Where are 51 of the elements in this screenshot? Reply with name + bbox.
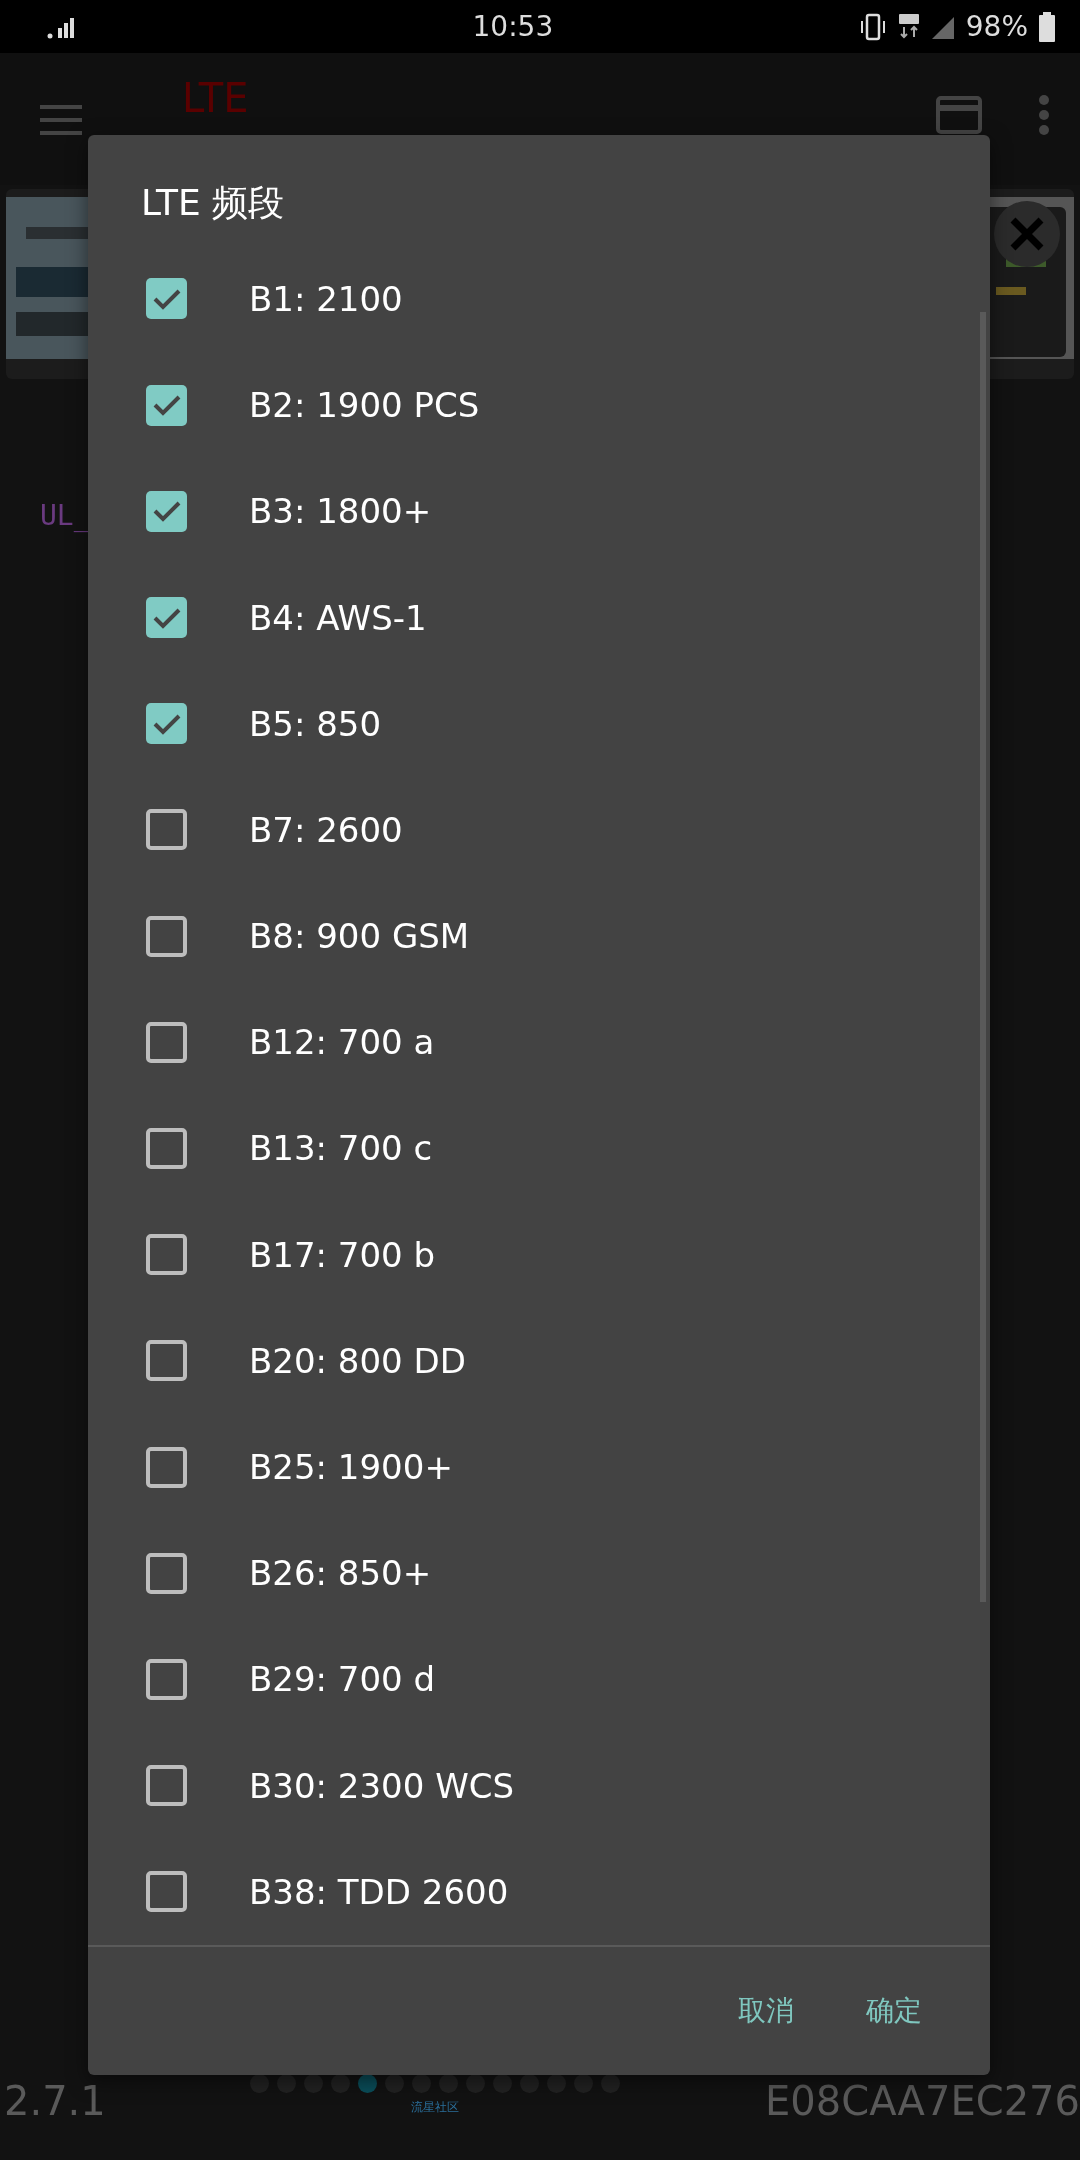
battery-percent: 98% — [965, 10, 1028, 43]
band-label[interactable]: B5: 850 — [249, 703, 382, 744]
checkmark-icon — [151, 287, 182, 311]
checkbox[interactable] — [146, 490, 187, 532]
band-label[interactable]: B13: 700 c — [249, 1128, 433, 1169]
band-label[interactable]: B38: TDD 2600 — [249, 1871, 509, 1912]
battery-icon — [1038, 11, 1056, 42]
checkbox[interactable] — [146, 1021, 187, 1063]
checkbox[interactable] — [146, 1765, 187, 1807]
band-label[interactable]: B12: 700 a — [249, 1022, 435, 1063]
checkbox[interactable] — [146, 1234, 187, 1276]
checkbox[interactable] — [146, 1128, 187, 1169]
band-label[interactable]: B7: 2600 — [249, 809, 403, 850]
band-label[interactable]: B25: 1900+ — [249, 1447, 453, 1488]
band-label[interactable]: B3: 1800+ — [249, 491, 432, 532]
cancel-button[interactable]: 取消 — [730, 1981, 802, 2040]
card-icon[interactable] — [936, 96, 982, 134]
checkbox[interactable] — [146, 1871, 187, 1913]
checkmark-icon — [151, 393, 182, 418]
band-label[interactable]: B20: 800 DD — [249, 1340, 466, 1381]
background-text: UL_ — [40, 499, 91, 532]
dialog-title: LTE 频段 — [140, 181, 286, 225]
confirm-button[interactable]: 确定 — [858, 1981, 930, 2040]
band-label[interactable]: B4: AWS-1 — [249, 597, 427, 638]
checkbox[interactable] — [146, 597, 187, 639]
checkbox[interactable] — [146, 384, 187, 426]
checkbox[interactable] — [146, 703, 187, 745]
checkmark-icon — [151, 499, 182, 524]
checkbox[interactable] — [146, 1552, 187, 1594]
band-label[interactable]: B30: 2300 WCS — [249, 1765, 515, 1806]
more-icon[interactable] — [1038, 95, 1050, 135]
band-label[interactable]: B29: 700 d — [249, 1659, 436, 1700]
mobile-data-icon — [897, 12, 920, 41]
band-label[interactable]: B2: 1900 PCS — [249, 385, 480, 426]
clock: 10:53 — [471, 10, 555, 43]
caption-text: 流星社区 — [411, 2099, 460, 2116]
app-title: LTE — [182, 75, 250, 121]
menu-icon[interactable] — [40, 105, 82, 135]
checkbox[interactable] — [146, 278, 187, 320]
checkbox[interactable] — [146, 809, 187, 851]
close-icon[interactable] — [994, 201, 1060, 267]
checkbox[interactable] — [146, 1658, 187, 1700]
band-label[interactable]: B17: 700 b — [249, 1234, 436, 1275]
version-text: 2.7.1 — [4, 2078, 106, 2124]
band-label[interactable]: B26: 850+ — [249, 1553, 432, 1594]
checkbox[interactable] — [146, 1446, 187, 1488]
checkbox[interactable] — [146, 915, 187, 957]
band-label[interactable]: B1: 2100 — [249, 279, 403, 319]
band-label[interactable]: B8: 900 GSM — [249, 916, 470, 957]
checkbox[interactable] — [146, 1340, 187, 1382]
device-id-text: E08CAA7EC276 — [765, 2078, 1080, 2124]
